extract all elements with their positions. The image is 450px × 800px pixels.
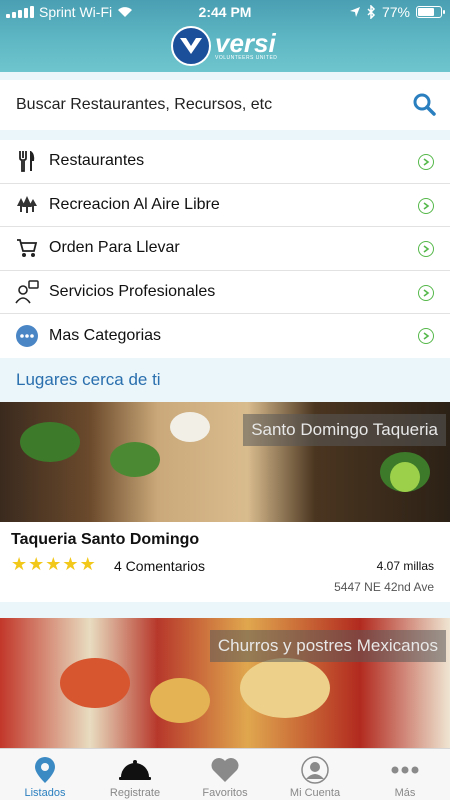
category-label: Orden Para Llevar (49, 239, 180, 257)
tab-label: Registrate (109, 787, 161, 799)
battery-percent: 77% (381, 4, 410, 20)
tab-mas[interactable]: Más (360, 749, 450, 800)
photo-caption: Churros y postres Mexicanos (209, 630, 446, 662)
tab-listados[interactable]: Listados (0, 749, 90, 800)
category-recreacion[interactable]: Recreacion Al Aire Libre (0, 184, 450, 228)
tab-mi-cuenta[interactable]: Mi Cuenta (270, 749, 360, 800)
chevron-right-icon (418, 154, 434, 170)
category-orden-para-llevar[interactable]: Orden Para Llevar (0, 227, 450, 271)
place-card[interactable]: Churros y postres Mexicanos (0, 618, 450, 748)
bluetooth-icon (367, 5, 376, 19)
star-icon: ★ (11, 554, 28, 574)
chevron-right-icon (418, 197, 434, 214)
category-list: Restaurantes Recreacion Al Aire Libre Or… (0, 140, 450, 358)
star-icon: ★ (28, 554, 45, 574)
nearby-heading: Lugares cerca de ti (16, 370, 161, 389)
tab-label: Mi Cuenta (289, 787, 341, 799)
tab-favoritos[interactable]: Favoritos (180, 749, 270, 800)
brand-name: versi (215, 28, 276, 58)
chevron-right-icon (418, 328, 434, 345)
category-label: Recreacion Al Aire Libre (49, 195, 220, 213)
location-arrow-icon (349, 7, 360, 17)
versi-logo-mark (171, 26, 211, 66)
category-label: Servicios Profesionales (49, 283, 216, 301)
location-pin-icon (34, 755, 56, 785)
user-icon (301, 755, 329, 785)
place-card[interactable]: Santo Domingo Taqueria Taqueria Santo Do… (0, 402, 450, 602)
search-input[interactable]: Buscar Restaurantes, Recursos, etc (16, 96, 272, 114)
category-mas[interactable]: Mas Categorias (0, 314, 450, 358)
photo-caption: Santo Domingo Taqueria (243, 414, 446, 446)
place-distance: 4.07 millas (376, 559, 434, 573)
trees-icon (15, 193, 39, 217)
brand-tagline: VOLUNTEERS UNITED (215, 55, 278, 61)
status-bar: Sprint Wi-Fi 2:44 PM 77% (0, 0, 450, 24)
tab-label: Listados (24, 787, 66, 799)
star-rating: ★ ★ ★ ★ ★ (11, 554, 96, 575)
chevron-right-icon (418, 241, 434, 258)
search-icon[interactable] (412, 92, 436, 116)
star-icon: ★ (79, 554, 96, 574)
place-photo: Churros y postres Mexicanos (0, 618, 450, 748)
cart-icon (15, 236, 39, 260)
place-name: Taqueria Santo Domingo (11, 531, 200, 548)
tab-label: Más (394, 787, 416, 799)
star-icon: ★ (45, 554, 62, 574)
tab-label: Favoritos (202, 787, 248, 799)
tab-registrate[interactable]: Registrate (90, 749, 180, 800)
more-dots-icon (15, 324, 39, 348)
review-count: 4 Comentarios (114, 558, 206, 574)
battery-icon (416, 6, 445, 18)
search-bar[interactable]: Buscar Restaurantes, Recursos, etc (0, 80, 450, 130)
cloche-icon (118, 755, 152, 785)
versi-logo: versi VOLUNTEERS UNITED (171, 25, 277, 67)
more-icon (390, 755, 420, 785)
place-photo: Santo Domingo Taqueria (0, 402, 450, 522)
fork-knife-icon (15, 149, 39, 173)
category-label: Mas Categorias (49, 327, 162, 345)
app-header: Sprint Wi-Fi 2:44 PM 77% versi VOLUNTEER… (0, 0, 450, 72)
category-restaurantes[interactable]: Restaurantes (0, 140, 450, 184)
place-address: 5447 NE 42nd Ave (334, 580, 434, 594)
category-label: Restaurantes (49, 152, 145, 170)
heart-icon (210, 755, 240, 785)
person-chat-icon (15, 280, 39, 304)
category-servicios[interactable]: Servicios Profesionales (0, 271, 450, 315)
chevron-right-icon (418, 284, 434, 301)
star-icon: ★ (62, 554, 79, 574)
tab-bar: Listados Registrate Favoritos Mi Cuenta … (0, 748, 450, 800)
